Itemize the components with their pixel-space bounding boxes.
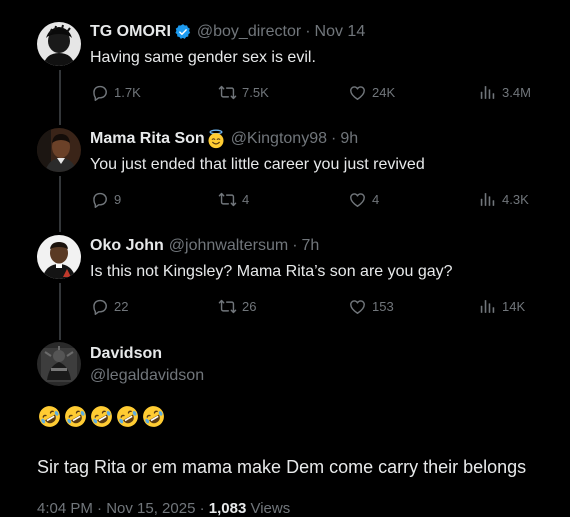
- views-label: Views: [250, 500, 291, 517]
- tweet-text: Sir tag Rita or em mama make Dem come ca…: [37, 457, 527, 477]
- user-handle[interactable]: @legaldavidson: [90, 366, 204, 386]
- main-tweet: Davidson @legaldavidson Sir tag Rita or …: [0, 0, 570, 517]
- tweet-meta: 4:04 PM · Nov 15, 2025 · 1,083 Views: [37, 500, 290, 517]
- rolling-on-floor-laughing-icon: [115, 404, 140, 429]
- rolling-on-floor-laughing-icon: [89, 404, 114, 429]
- rolling-on-floor-laughing-icon: [37, 404, 62, 429]
- emoji-line: [37, 404, 166, 429]
- display-name[interactable]: Davidson: [90, 344, 204, 364]
- views-count: 1,083: [208, 500, 247, 517]
- post-timestamp[interactable]: 4:04 PM · Nov 15, 2025 ·: [37, 500, 205, 517]
- rolling-on-floor-laughing-icon: [63, 404, 88, 429]
- avatar[interactable]: [37, 342, 81, 386]
- rolling-on-floor-laughing-icon: [141, 404, 166, 429]
